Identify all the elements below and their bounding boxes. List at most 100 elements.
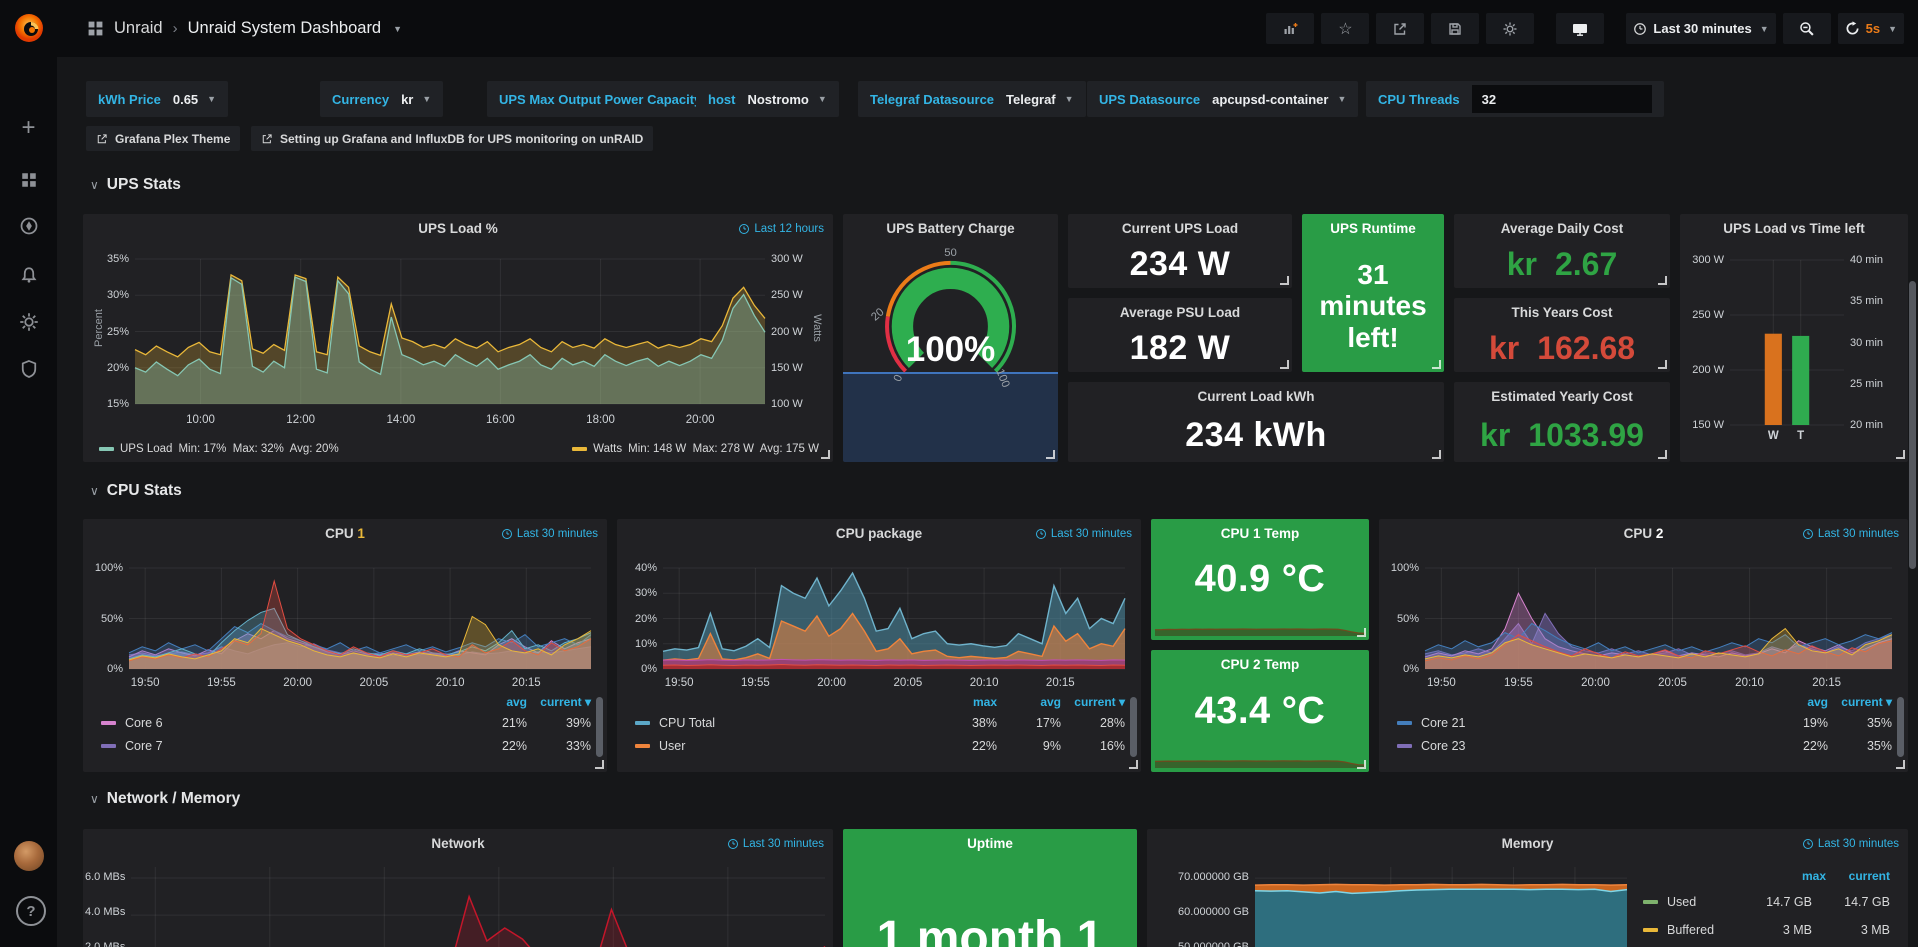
panel-resize-handle[interactable]	[1280, 276, 1289, 285]
panel-cpu-1: CPU 1 Last 30 minutes 100%50%0% 19:5019:…	[83, 519, 607, 772]
variable-telegraf-datasource[interactable]: Telegraf Datasource Telegraf▼	[858, 81, 1086, 117]
panel-title[interactable]: CPU 2 Temp	[1151, 657, 1369, 672]
legend-row-core6[interactable]: Core 6 21%39%	[101, 716, 591, 730]
dropdown-caret-icon: ▼	[207, 94, 216, 104]
panel-resize-handle[interactable]	[1046, 450, 1055, 459]
variable-ups-datasource[interactable]: UPS Datasource apcupsd-container▼	[1087, 81, 1358, 117]
help-icon[interactable]: ?	[16, 896, 46, 926]
panel-resize-handle[interactable]	[1658, 450, 1667, 459]
link-grafana-plex-theme[interactable]: Grafana Plex Theme	[86, 126, 240, 151]
legend-swatch	[101, 721, 116, 725]
add-panel-button[interactable]	[1266, 13, 1314, 44]
refresh-interval-label[interactable]: 5s	[1866, 21, 1880, 36]
dashboard-grid-icon[interactable]	[87, 20, 104, 37]
panel-title[interactable]: Memory	[1147, 836, 1908, 851]
variable-label: CPU Threads	[1378, 92, 1460, 107]
panel-title[interactable]: CPU 1 Temp	[1151, 526, 1369, 541]
zoom-out-time-button[interactable]	[1783, 13, 1831, 44]
panel-network: Network Last 30 minutes 6.0 MBs4.0 MBs2.…	[83, 829, 833, 947]
panel-time-range[interactable]: Last 30 minutes	[1035, 528, 1132, 540]
alerting-bell-icon[interactable]	[0, 255, 57, 295]
panel-time-range[interactable]: Last 30 minutes	[727, 838, 824, 850]
panel-resize-handle[interactable]	[1658, 276, 1667, 285]
link-ups-monitoring-guide[interactable]: Setting up Grafana and InfluxDB for UPS …	[251, 126, 653, 151]
panel-time-range[interactable]: Last 30 minutes	[1802, 528, 1899, 540]
dashboard-dropdown-caret-icon[interactable]: ▼	[393, 24, 402, 34]
star-dashboard-button[interactable]: ☆	[1321, 13, 1369, 44]
page-scrollbar-thumb[interactable]	[1909, 281, 1916, 569]
panel-resize-handle[interactable]	[1896, 450, 1905, 459]
battery-value: 100%	[843, 330, 1058, 370]
panel-resize-handle[interactable]	[1357, 628, 1366, 637]
panel-title[interactable]: Uptime	[843, 836, 1137, 851]
panel-title[interactable]: Estimated Yearly Cost	[1454, 389, 1670, 404]
variable-kwh-price[interactable]: kWh Price 0.65▼	[86, 81, 228, 117]
panel-resize-handle[interactable]	[821, 450, 830, 459]
memory-chart	[1255, 867, 1627, 947]
panel-title[interactable]: Average PSU Load	[1068, 305, 1292, 320]
section-network-memory[interactable]: ∨ Network / Memory	[90, 790, 240, 808]
legend-watts[interactable]: WattsMin: 148 W Max: 278 W Avg: 175 W	[572, 443, 819, 455]
panel-title[interactable]: This Years Cost	[1454, 305, 1670, 320]
panel-time-range[interactable]: Last 30 minutes	[1802, 838, 1899, 850]
panel-resize-handle[interactable]	[1280, 360, 1289, 369]
legend-scrollbar[interactable]	[1897, 697, 1904, 757]
refresh-interval-caret-icon[interactable]: ▼	[1888, 24, 1897, 34]
cpu1-chart	[129, 568, 591, 669]
panel-resize-handle[interactable]	[1432, 360, 1441, 369]
dashboards-icon[interactable]	[0, 160, 57, 200]
save-dashboard-button[interactable]	[1431, 13, 1479, 44]
section-ups-stats[interactable]: ∨ UPS Stats	[90, 176, 181, 194]
section-cpu-stats[interactable]: ∨ CPU Stats	[90, 482, 182, 500]
panel-resize-handle[interactable]	[1357, 760, 1366, 769]
panel-resize-handle[interactable]	[1658, 360, 1667, 369]
legend-row-cpu-total[interactable]: CPU Total 38%17%28%	[635, 716, 1125, 730]
panel-time-range[interactable]: Last 30 minutes	[501, 528, 598, 540]
legend-headers[interactable]: avgcurrent ▾	[101, 695, 591, 709]
panel-title[interactable]: UPS Load vs Time left	[1680, 221, 1908, 236]
configuration-gear-icon[interactable]	[0, 302, 57, 342]
dashboard-settings-gear-icon[interactable]	[1486, 13, 1534, 44]
legend-scrollbar[interactable]	[596, 697, 603, 757]
panel-title[interactable]: UPS Load %	[83, 221, 833, 236]
user-avatar[interactable]	[14, 841, 44, 871]
legend-scrollbar[interactable]	[1130, 697, 1137, 757]
panel-title[interactable]: Current Load kWh	[1068, 389, 1444, 404]
share-dashboard-button[interactable]	[1376, 13, 1424, 44]
legend-row-core23[interactable]: Core 23 22%35%	[1397, 739, 1892, 753]
explore-compass-icon[interactable]	[0, 206, 57, 246]
legend-headers[interactable]: avgcurrent ▾	[1397, 695, 1892, 709]
breadcrumb-dashboard-title[interactable]: Unraid System Dashboard	[188, 19, 382, 38]
create-plus-icon[interactable]: +	[0, 108, 57, 148]
panel-resize-handle[interactable]	[1129, 760, 1138, 769]
server-admin-shield-icon[interactable]	[0, 349, 57, 389]
panel-title[interactable]: Average Daily Cost	[1454, 221, 1670, 236]
legend-headers[interactable]: maxavgcurrent ▾	[635, 695, 1125, 709]
breadcrumb-folder[interactable]: Unraid	[114, 19, 163, 38]
cpu-threads-input[interactable]: 32	[1472, 85, 1652, 113]
time-range-picker[interactable]: Last 30 minutes ▼	[1626, 13, 1775, 44]
panel-resize-handle[interactable]	[595, 760, 604, 769]
panel-title[interactable]: UPS Battery Charge	[843, 221, 1058, 236]
panel-resize-handle[interactable]	[1896, 760, 1905, 769]
variable-label: Currency	[332, 92, 389, 107]
legend-row-core7[interactable]: Core 7 22%33%	[101, 739, 591, 753]
grafana-logo-icon[interactable]	[11, 9, 47, 47]
legend-row-buffered[interactable]: Buffered 3 MB3 MB	[1643, 923, 1890, 937]
panel-time-range[interactable]: Last 12 hours	[738, 223, 824, 235]
cycle-view-mode-button[interactable]	[1556, 13, 1604, 44]
network-chart	[131, 867, 825, 947]
legend-row-core21[interactable]: Core 21 19%35%	[1397, 716, 1892, 730]
panel-title[interactable]: UPS Runtime	[1302, 221, 1444, 236]
legend-swatch	[101, 744, 116, 748]
panel-title[interactable]: Network	[83, 836, 833, 851]
refresh-dashboard-button[interactable]: 5s ▼	[1838, 13, 1904, 44]
variable-value: apcupsd-container	[1212, 92, 1328, 107]
panel-title[interactable]: Current UPS Load	[1068, 221, 1292, 236]
legend-row-used[interactable]: Used 14.7 GB14.7 GB	[1643, 895, 1890, 909]
legend-ups-load[interactable]: UPS LoadMin: 17% Max: 32% Avg: 20%	[99, 443, 339, 455]
variable-host[interactable]: host Nostromo▼	[696, 81, 839, 117]
variable-currency[interactable]: Currency kr▼	[320, 81, 443, 117]
panel-resize-handle[interactable]	[1432, 450, 1441, 459]
legend-row-user[interactable]: User 22%9%16%	[635, 739, 1125, 753]
